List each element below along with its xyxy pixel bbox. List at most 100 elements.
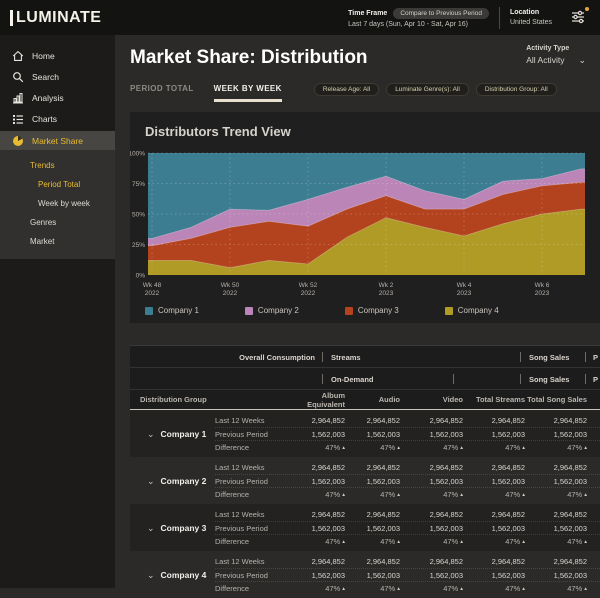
table-row: Previous Period 1,562,003 1,562,003 1,562,0… (215, 521, 600, 534)
activity-type-value: All Activity (526, 55, 565, 65)
legend-swatch-icon (244, 306, 253, 315)
tabs-row: PERIOD TOTAL WEEK BY WEEK Release Age: Al… (115, 69, 600, 102)
group-name: Company 2 (160, 475, 207, 486)
column-header-distribution-group: Distribution Group (140, 395, 207, 404)
table-row: Difference 47% ▴ 47% ▴ 47% ▴ 47% ▴ 47% ▴ (215, 534, 600, 547)
sidebar-subitem-genres[interactable]: Genres (0, 213, 115, 232)
table-row: Previous Period 1,562,003 1,562,003 1,562,0… (215, 568, 600, 581)
row-label: Difference (215, 442, 250, 452)
cell-value: 2,964,852 (311, 510, 345, 519)
group-expander-company-4[interactable]: ⌄ Company 4 (130, 555, 215, 594)
row-label: Last 12 Weeks (215, 463, 265, 472)
sidebar-subitem-period-total[interactable]: Period Total (0, 175, 115, 194)
sidebar-subitem-market[interactable]: Market (0, 232, 115, 251)
sidebar-item-search[interactable]: Search (0, 66, 115, 87)
group-name: Company 1 (160, 428, 207, 439)
header-cut-column-2: P (593, 375, 599, 384)
time-frame-control[interactable]: Time Frame Compare to Previous Period La… (348, 7, 489, 28)
compare-period-badge[interactable]: Compare to Previous Period (393, 7, 489, 19)
svg-text:25%: 25% (132, 242, 145, 249)
svg-text:2022: 2022 (301, 290, 316, 297)
tab-week-by-week[interactable]: WEEK BY WEEK (213, 84, 282, 102)
header-group-row-2: On-Demand Song Sales P (130, 368, 600, 390)
cell-value: 47% ▴ (325, 583, 345, 593)
sidebar-subitem-week-by-week[interactable]: Week by week (0, 194, 115, 213)
cell-value: 1,562,003 (491, 570, 525, 580)
sidebar-item-label: Search (32, 71, 59, 82)
chevron-down-icon: ⌄ (578, 55, 586, 65)
legend-item-company-4[interactable]: Company 4 (444, 306, 499, 315)
charts-icon (12, 113, 24, 125)
legend-item-company-2[interactable]: Company 2 (244, 306, 299, 315)
chevron-down-icon: ⌄ (147, 475, 155, 486)
svg-text:Wk 52: Wk 52 (299, 282, 318, 289)
cell-value: 1,562,003 (491, 476, 525, 486)
svg-text:75%: 75% (132, 181, 145, 188)
legend-item-company-1[interactable]: Company 1 (145, 306, 199, 315)
cell-value: 47% ▴ (380, 489, 400, 499)
sidebar-item-market-share[interactable]: Market Share (0, 131, 115, 150)
cell-value: 47% ▴ (567, 489, 587, 499)
cell-value: 1,562,003 (366, 476, 400, 486)
legend-label: Company 2 (257, 306, 299, 315)
table-row: Previous Period 1,562,003 1,562,003 1,562,0… (215, 474, 600, 487)
group-expander-company-2[interactable]: ⌄ Company 2 (130, 461, 215, 500)
filter-chip-release-age[interactable]: Release Age: All (313, 83, 380, 96)
cell-value: 1,562,003 (366, 429, 400, 439)
header-song-sales-2: Song Sales (529, 375, 570, 384)
cell-value: 2,964,852 (429, 463, 463, 472)
row-label: Previous Period (215, 429, 268, 439)
svg-text:2023: 2023 (379, 290, 394, 297)
chevron-down-icon: ⌄ (147, 428, 155, 439)
main-content: Market Share: Distribution Activity Type… (115, 35, 600, 598)
sidebar-item-charts[interactable]: Charts (0, 108, 115, 129)
analysis-icon (12, 92, 24, 104)
cell-value: 2,964,852 (366, 557, 400, 566)
sidebar-item-label: Analysis (32, 92, 64, 103)
cell-value: 2,964,852 (553, 463, 587, 472)
location-control[interactable]: Location United States (510, 9, 552, 26)
group-expander-company-3[interactable]: ⌄ Company 3 (130, 508, 215, 547)
legend-item-company-3[interactable]: Company 3 (344, 306, 399, 315)
sidebar-item-label: Market Share (32, 135, 84, 146)
table-group-company-2: ⌄ Company 2 Last 12 Weeks 2,964,852 2,964,85… (130, 457, 600, 504)
filter-chip-luminate-genre-s-[interactable]: Luminate Genre(s): All (386, 83, 469, 96)
sidebar-item-home[interactable]: Home (0, 45, 115, 66)
cell-value: 47% ▴ (567, 442, 587, 452)
cell-value: 2,964,852 (553, 510, 587, 519)
filter-sliders-icon[interactable] (570, 6, 589, 27)
row-label: Difference (215, 536, 250, 546)
chart-svg: 100%75%50%25%0%Wk 482022Wk 502022Wk 5220… (128, 151, 585, 297)
chevron-down-icon: ⌄ (147, 569, 155, 580)
chart-title: Distributors Trend View (145, 124, 291, 139)
sidebar-subitem-trends[interactable]: Trends (0, 156, 115, 175)
column-header-total-streams: Total Streams (475, 395, 525, 404)
tab-period-total[interactable]: PERIOD TOTAL (130, 84, 194, 102)
cell-value: 1,562,003 (429, 476, 463, 486)
cell-value: 1,562,003 (366, 570, 400, 580)
row-label: Previous Period (215, 523, 268, 533)
table-group-company-3: ⌄ Company 3 Last 12 Weeks 2,964,852 2,964,85… (130, 504, 600, 551)
svg-text:50%: 50% (132, 212, 145, 219)
legend-swatch-icon (344, 306, 353, 315)
header-on-demand: On-Demand (331, 375, 374, 384)
chart-legend: Company 1 Company 2 Company 3 Company 4 (130, 306, 600, 315)
cell-value: 47% ▴ (443, 536, 463, 546)
cell-value: 47% ▴ (325, 489, 345, 499)
stacked-area-chart: 100% 75% 50% 25% 0% Wk 48 2022 Wk 50 2022 Wk 52 20… (128, 147, 600, 302)
activity-type-dropdown[interactable]: Activity Type All Activity ⌄ (526, 45, 586, 65)
row-label: Last 12 Weeks (215, 416, 265, 425)
filter-chip-distribution-group[interactable]: Distribution Group: All (475, 83, 557, 96)
distribution-table: Overall Consumption Streams Song Sales P… (130, 345, 600, 598)
group-expander-company-1[interactable]: ⌄ Company 1 (130, 414, 215, 453)
time-frame-label: Time Frame (348, 9, 388, 17)
cell-value: 2,964,852 (311, 416, 345, 425)
svg-text:Wk 2: Wk 2 (379, 282, 394, 289)
sidebar-item-label: Home (32, 50, 55, 61)
cell-value: 47% ▴ (380, 583, 400, 593)
time-frame-value: Last 7 days (Sun, Apr 10 - Sat, Apr 16) (348, 20, 468, 28)
cell-value: 2,964,852 (553, 416, 587, 425)
header-streams: Streams (331, 353, 361, 362)
sidebar-item-analysis[interactable]: Analysis (0, 87, 115, 108)
activity-type-label: Activity Type (526, 45, 570, 52)
